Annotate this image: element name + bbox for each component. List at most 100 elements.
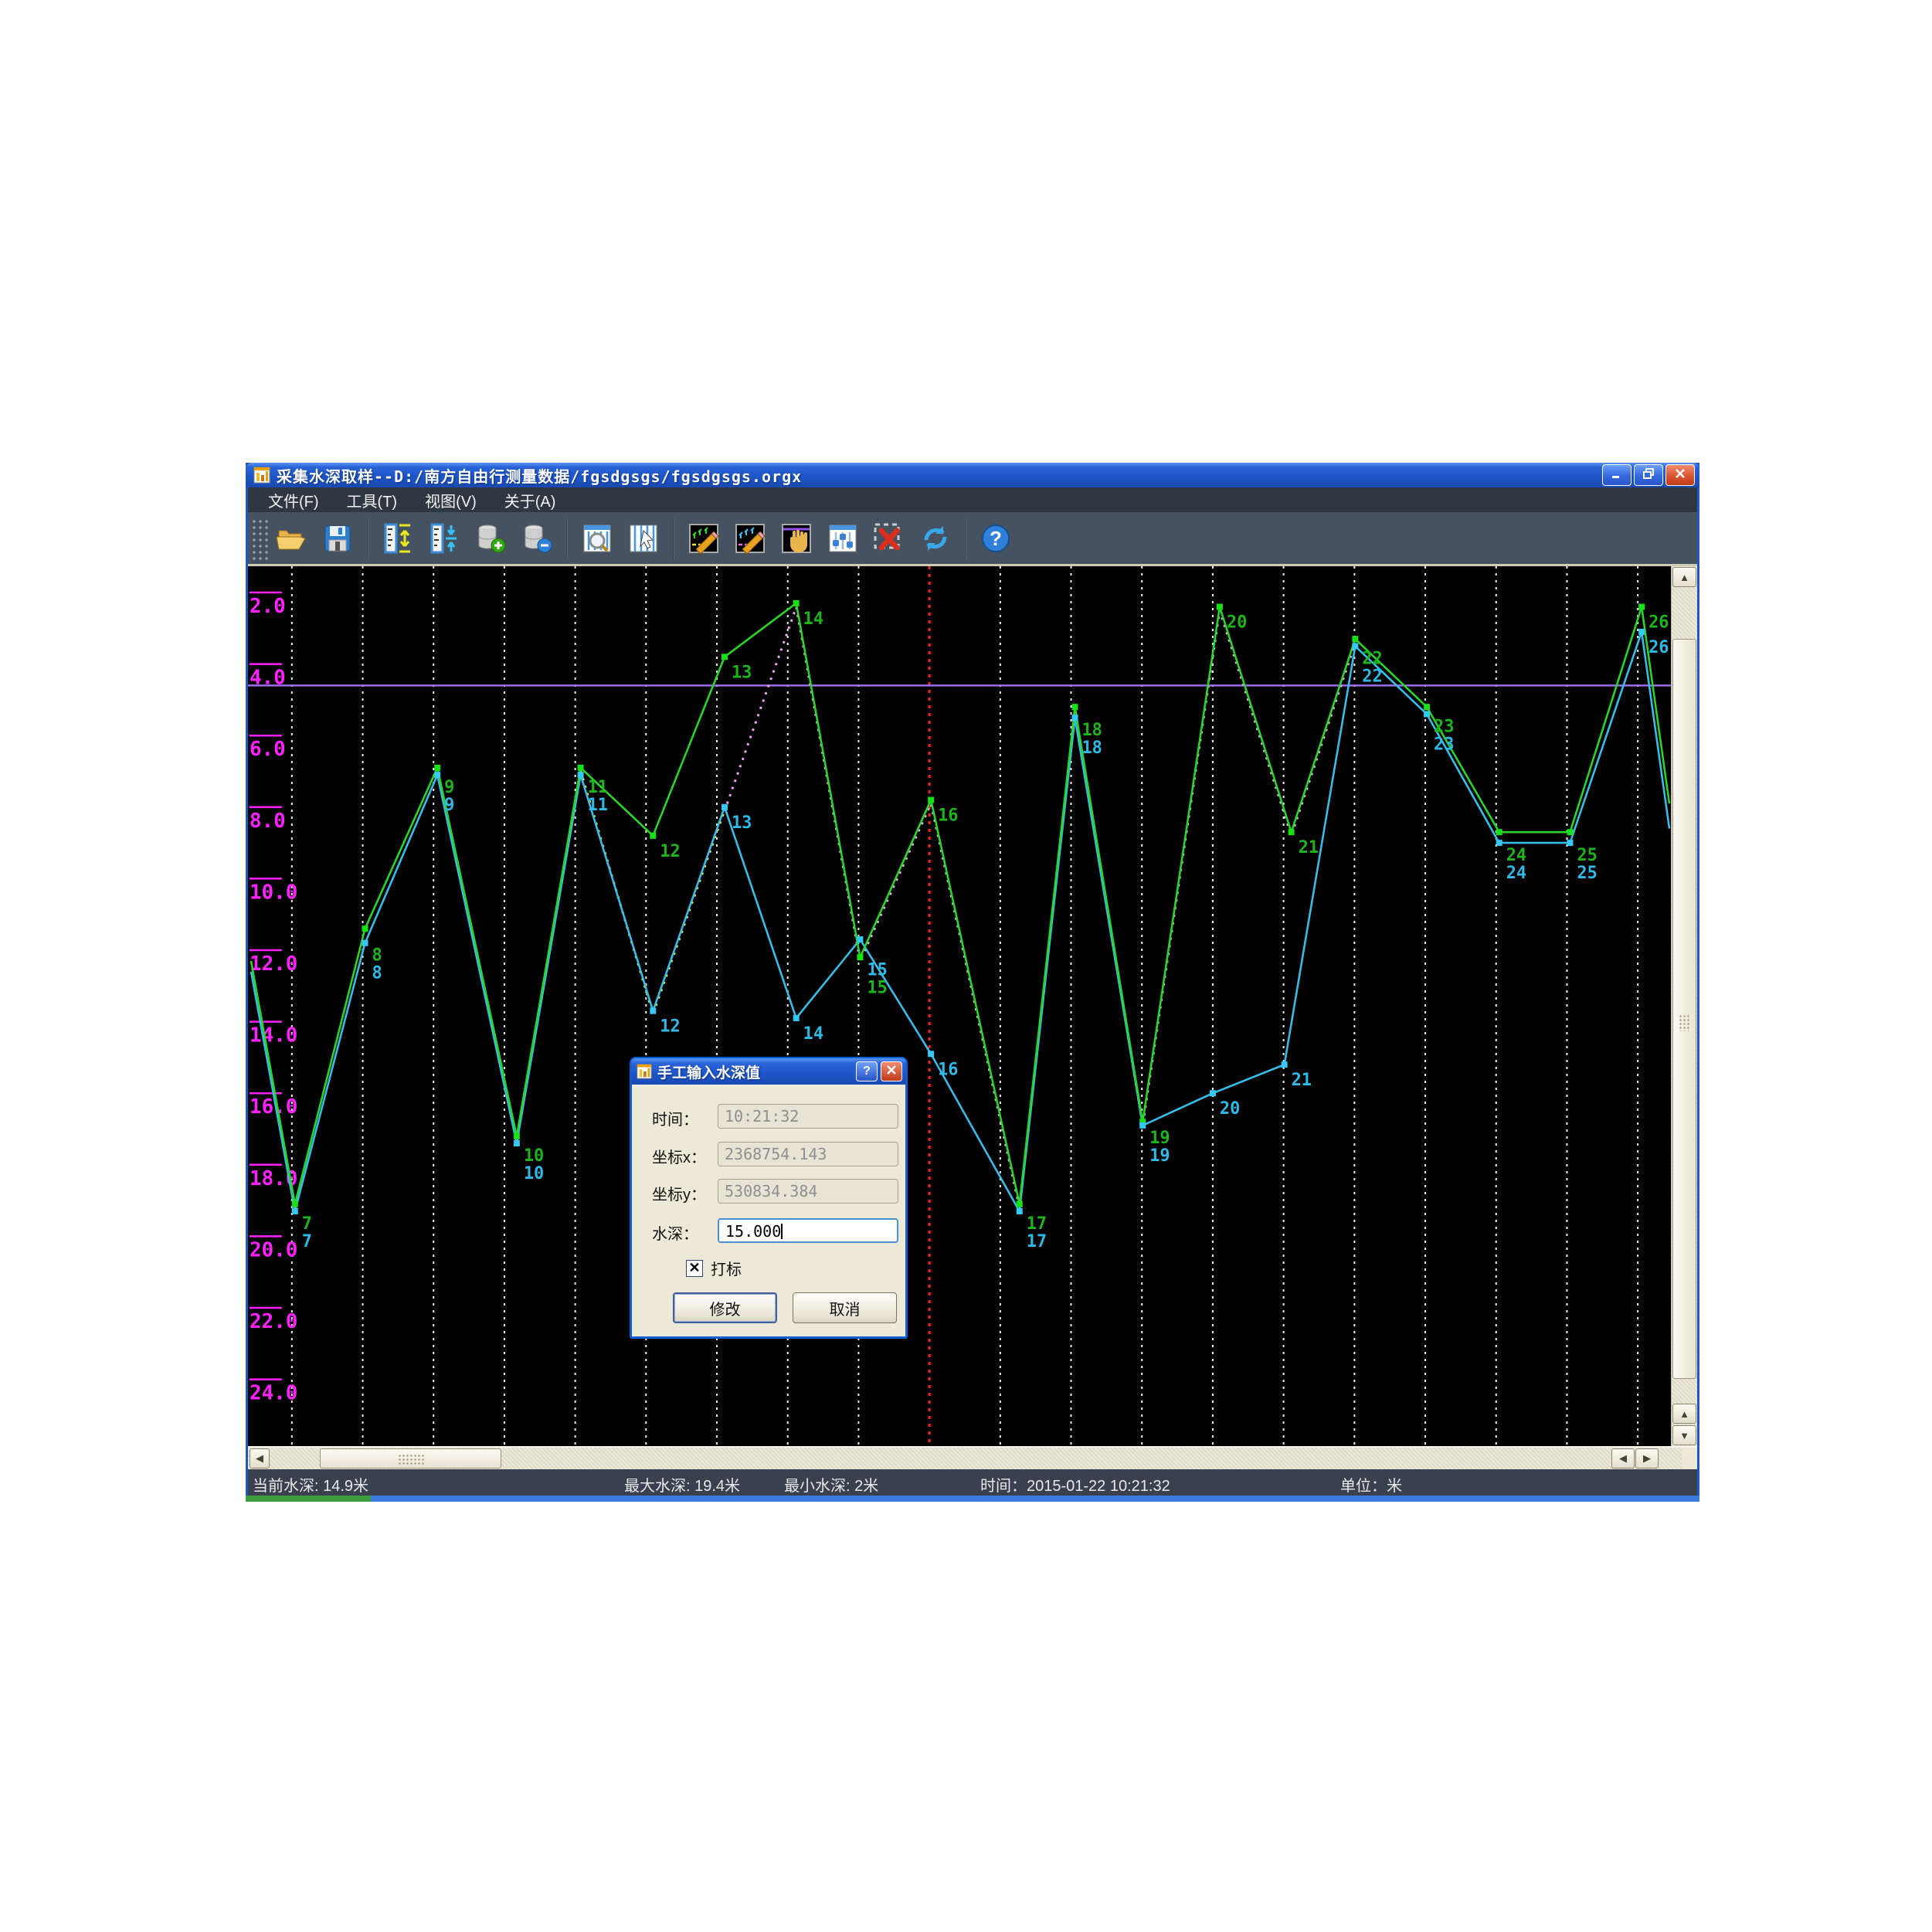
coord-y-field[interactable]: 530834.384 (718, 1179, 898, 1204)
svg-text:24: 24 (1506, 846, 1526, 865)
svg-text:15: 15 (867, 978, 887, 997)
time-field[interactable]: 10:21:32 (718, 1104, 898, 1129)
minimize-button[interactable] (1602, 464, 1632, 486)
svg-text:9: 9 (444, 796, 454, 815)
svg-text:2.0: 2.0 (250, 595, 286, 618)
save-file-button[interactable] (317, 517, 358, 560)
open-file-button[interactable] (270, 517, 312, 560)
database-remove-icon (520, 521, 554, 555)
window-title: 采集水深取样--D:/南方自由行测量数据/fgsdgsgs/fgsdgsgs.o… (277, 464, 802, 487)
svg-text:19: 19 (1149, 1129, 1170, 1148)
scrollbar-corner (1682, 1448, 1697, 1471)
chart-area[interactable]: 2.04.06.08.010.012.014.016.018.020.022.0… (248, 566, 1697, 1446)
svg-text:18: 18 (1081, 721, 1102, 740)
dialog-title: 手工输入水深值 (657, 1061, 760, 1082)
scale-compress-button[interactable] (423, 517, 465, 560)
svg-text:22.0: 22.0 (250, 1310, 297, 1333)
svg-text:25: 25 (1577, 846, 1597, 865)
toolbar-separator (566, 518, 568, 559)
svg-text:23: 23 (1434, 735, 1454, 754)
vertical-scrollbar[interactable]: ▲ ▲ ▼ (1671, 566, 1697, 1446)
svg-text:17: 17 (1027, 1214, 1047, 1234)
ruler-expand-icon (381, 521, 415, 555)
pick-window-button[interactable] (623, 517, 664, 560)
dialog-help-button[interactable]: ? (856, 1061, 878, 1081)
database-add-icon (474, 521, 508, 555)
scroll-right-button[interactable]: ▶ (1635, 1448, 1659, 1469)
dialog-icon (637, 1064, 652, 1079)
svg-text:18: 18 (1081, 739, 1102, 758)
horizontal-scrollbar-thumb[interactable] (320, 1448, 501, 1469)
help-button[interactable]: ? (975, 517, 1017, 560)
zoom-window-button[interactable] (576, 517, 618, 560)
modify-button[interactable]: 修改 (673, 1292, 777, 1323)
scroll-up-button-bottom[interactable]: ▲ (1672, 1404, 1696, 1424)
svg-text:9: 9 (444, 778, 454, 797)
app-icon (253, 467, 270, 484)
svg-text:20: 20 (1220, 1099, 1240, 1119)
toolbar-separator (965, 518, 966, 559)
ruler-compress-icon (427, 521, 461, 555)
close-icon (886, 1065, 897, 1075)
add-data-button[interactable] (470, 517, 511, 560)
remove-data-button[interactable] (516, 517, 558, 560)
depth-profile-chart[interactable]: 2.04.06.08.010.012.014.016.018.020.022.0… (248, 566, 1671, 1446)
svg-text:26: 26 (1648, 613, 1669, 632)
status-max-depth: 最大水深: 19.4米 (624, 1473, 740, 1496)
scroll-left-button[interactable]: ◀ (250, 1448, 270, 1469)
edit-green-curve-button[interactable] (683, 517, 725, 560)
edit-blue-curve-button[interactable] (729, 517, 771, 560)
svg-text:8: 8 (372, 964, 382, 983)
app-window: 采集水深取样--D:/南方自由行测量数据/fgsdgsgs/fgsdgsgs.o… (246, 463, 1699, 1502)
dialog-row-coord-x: 坐标x： 2368754.143 (632, 1142, 905, 1166)
toolbar-grip[interactable] (250, 517, 268, 560)
dialog-close-button[interactable] (881, 1061, 902, 1081)
text-caret (781, 1224, 783, 1239)
dialog-row-depth: 水深： 15.000 (632, 1218, 905, 1243)
svg-text:?: ? (990, 527, 1002, 550)
status-min-depth: 最小水深: 2米 (784, 1473, 878, 1496)
restore-button[interactable] (1634, 464, 1663, 486)
scroll-up-button[interactable]: ▲ (1672, 567, 1696, 587)
thumb-grip (398, 1454, 424, 1465)
delete-mark-button[interactable] (868, 517, 910, 560)
refresh-button[interactable] (915, 517, 956, 560)
menu-view[interactable]: 视图(V) (411, 487, 491, 512)
chart-pencil-blue-icon (733, 521, 767, 555)
svg-text:21: 21 (1292, 1071, 1312, 1090)
mark-checkbox[interactable]: ✕ (686, 1260, 703, 1277)
hand-icon (779, 521, 813, 555)
sliders-window-icon (826, 521, 860, 555)
menu-about[interactable]: 关于(A) (491, 487, 570, 512)
svg-text:6.0: 6.0 (250, 738, 286, 761)
minimize-icon (1611, 468, 1623, 479)
scroll-left-button-right[interactable]: ◀ (1611, 1448, 1635, 1469)
menu-tools[interactable]: 工具(T) (333, 487, 412, 512)
vertical-scrollbar-thumb[interactable] (1672, 639, 1696, 1379)
horizontal-scrollbar[interactable]: ◀ ◀ ▶ (248, 1446, 1697, 1469)
svg-text:15: 15 (867, 960, 887, 980)
toolbar: ? (248, 512, 1697, 566)
window-magnifier-icon (580, 521, 614, 555)
svg-text:17: 17 (1027, 1232, 1047, 1251)
scroll-down-button[interactable]: ▼ (1672, 1425, 1696, 1445)
dialog-row-time: 时间： 10:21:32 (632, 1104, 905, 1129)
window-bottom-border (246, 1496, 1699, 1502)
scale-expand-button[interactable] (377, 517, 419, 560)
menu-file[interactable]: 文件(F) (254, 487, 333, 512)
dialog-title-bar[interactable]: 手工输入水深值 ? (631, 1058, 906, 1085)
coord-x-field[interactable]: 2368754.143 (718, 1142, 898, 1166)
svg-text:21: 21 (1299, 838, 1319, 857)
svg-text:16: 16 (938, 1060, 958, 1079)
svg-text:7: 7 (302, 1232, 312, 1251)
bottom-border-green (246, 1496, 371, 1502)
depth-input[interactable]: 15.000 (718, 1218, 898, 1243)
filter-settings-button[interactable] (822, 517, 864, 560)
toolbar-separator (673, 518, 674, 559)
save-floppy-icon (321, 521, 355, 555)
cancel-button[interactable]: 取消 (793, 1292, 897, 1323)
svg-text:12.0: 12.0 (250, 952, 297, 976)
pan-hand-button[interactable] (776, 517, 817, 560)
mark-checkbox-row[interactable]: ✕ 打标 (686, 1257, 742, 1279)
close-button[interactable] (1665, 464, 1695, 486)
